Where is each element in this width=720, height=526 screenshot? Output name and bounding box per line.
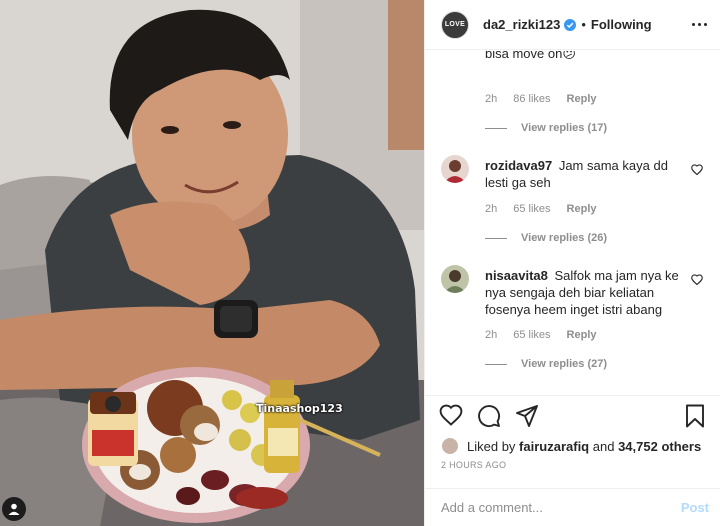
post-side-panel: LOVE da2_rizki123 • Following bisa move … [424, 0, 720, 526]
liker-username[interactable]: fairuzarafiq [519, 439, 589, 454]
following-button[interactable]: Following [591, 17, 652, 32]
comment-time: 2h [485, 93, 498, 105]
liker-avatar[interactable] [441, 437, 459, 455]
comment-body: rozidava97 Jam sama kaya dd lesti ga seh [485, 157, 685, 191]
reply-button[interactable]: Reply [567, 203, 597, 215]
add-comment-bar: Post [425, 488, 720, 526]
share-icon[interactable] [515, 404, 539, 428]
post-actions: Liked by fairuzarafiq and 34,752 others … [425, 395, 720, 485]
comment-time: 2h [485, 329, 498, 341]
action-icons [439, 404, 539, 428]
comment-icon[interactable] [477, 404, 501, 428]
view-replies-label: View replies (17) [521, 122, 608, 134]
commenter-username[interactable]: rozidava97 [485, 158, 552, 173]
replies-divider [485, 237, 507, 239]
user-icon [8, 503, 20, 515]
likes-connector: and [592, 438, 615, 454]
comment-text-clipped: bisa move on😕 [485, 51, 705, 62]
likes-prefix: Liked by [467, 438, 516, 454]
replies-divider [485, 363, 507, 365]
comment-likes[interactable]: 65 likes [513, 329, 550, 341]
bookmark-icon[interactable] [685, 404, 705, 428]
author-username[interactable]: da2_rizki123 [483, 17, 560, 32]
comments-list[interactable]: bisa move on😕 2h 86 likes Reply View rep… [425, 51, 720, 395]
post-timestamp[interactable]: 2 HOURS AGO [441, 460, 506, 470]
comment-body: nisaavita8 Salfok ma jam nya ke nya seng… [485, 267, 685, 318]
photo-watermark: Tinaashop123 [256, 402, 343, 415]
verified-badge-icon [564, 18, 577, 31]
like-comment-heart-icon[interactable] [691, 272, 703, 290]
view-replies-label: View replies (26) [521, 232, 608, 244]
comment-likes[interactable]: 86 likes [513, 93, 550, 105]
tagged-user-button[interactable] [2, 497, 26, 521]
comment-meta: 2h 65 likes Reply [485, 203, 597, 215]
reply-button[interactable]: Reply [567, 93, 597, 105]
bookmark-button[interactable] [685, 404, 705, 428]
likes-others-link[interactable]: 34,752 others [618, 439, 701, 454]
comment-input[interactable] [441, 500, 681, 515]
commenter-avatar[interactable] [441, 265, 469, 293]
view-replies-label: View replies (27) [521, 358, 608, 370]
photo-illustration [0, 0, 424, 526]
more-options-icon[interactable] [692, 23, 707, 26]
reply-button[interactable]: Reply [567, 329, 597, 341]
view-replies-button[interactable]: View replies (17) [485, 122, 607, 134]
comment-meta: 2h 86 likes Reply [485, 93, 597, 105]
replies-divider [485, 127, 507, 129]
view-replies-button[interactable]: View replies (27) [485, 358, 607, 370]
author-avatar[interactable]: LOVE [441, 10, 469, 39]
view-replies-button[interactable]: View replies (26) [485, 232, 607, 244]
post-photo[interactable]: Tinaashop123 [0, 0, 424, 526]
commenter-username[interactable]: nisaavita8 [485, 268, 548, 283]
header-separator: • [581, 17, 586, 32]
commenter-avatar[interactable] [441, 155, 469, 183]
comment-likes[interactable]: 65 likes [513, 203, 550, 215]
post-header: LOVE da2_rizki123 • Following [425, 0, 720, 50]
post-comment-button[interactable]: Post [681, 500, 709, 515]
like-comment-heart-icon[interactable] [691, 162, 703, 180]
comment-text-tail: bisa move on😕 [485, 51, 576, 61]
comment-meta: 2h 65 likes Reply [485, 329, 597, 341]
likes-summary: Liked by fairuzarafiq and 34,752 others [441, 437, 701, 455]
heart-icon[interactable] [439, 404, 463, 426]
comment-time: 2h [485, 203, 498, 215]
